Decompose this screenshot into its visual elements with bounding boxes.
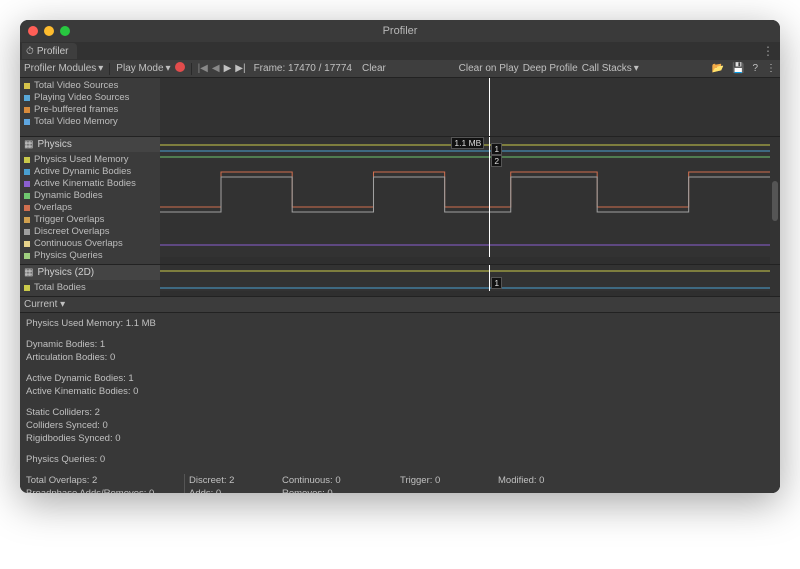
chevron-down-icon: ▾: [166, 63, 171, 74]
stopwatch-icon: ⏱: [26, 46, 34, 57]
tab-row: ⏱ Profiler ⋮: [20, 42, 780, 60]
fwd-button[interactable]: ▶: [224, 63, 232, 74]
clear-button[interactable]: Clear: [362, 63, 386, 74]
chevron-down-icon: ▾: [60, 299, 65, 310]
stat-static: Static Colliders: 2: [26, 406, 774, 419]
legend-physics2d: ▦Physics (2D) Total Bodies: [20, 265, 160, 296]
help-icon[interactable]: ?: [752, 63, 758, 74]
profiler-window: Profiler ⏱ Profiler ⋮ Profiler Modules ▾…: [20, 20, 780, 493]
time-cursor[interactable]: [489, 137, 490, 257]
record-button[interactable]: [175, 62, 185, 75]
detail-toolbar: Current ▾: [20, 297, 780, 313]
clear-on-play-button[interactable]: Clear on Play: [459, 63, 519, 74]
legend-video: Total Video Sources Playing Video Source…: [20, 78, 160, 136]
stat-coll-sync: Colliders Synced: 0: [26, 419, 774, 432]
modules-dropdown[interactable]: Profiler Modules ▾: [24, 63, 103, 74]
next-frame-button[interactable]: ▶|: [235, 63, 245, 74]
kebab-icon[interactable]: ⋮: [766, 63, 776, 74]
stat-queries: Physics Queries: 0: [26, 453, 774, 466]
stat-dynamic: Dynamic Bodies: 1: [26, 338, 774, 351]
kebab-icon[interactable]: ⋮: [756, 44, 780, 58]
stat-active-dyn: Active Dynamic Bodies: 1: [26, 372, 774, 385]
back-button[interactable]: ◀: [212, 63, 220, 74]
stat-active-kin: Active Kinematic Bodies: 0: [26, 385, 774, 398]
deep-profile-button[interactable]: Deep Profile: [523, 63, 578, 74]
time-cursor[interactable]: [489, 265, 490, 291]
call-stacks-dropdown[interactable]: Call Stacks ▾: [582, 63, 639, 74]
record-icon: [175, 62, 185, 72]
chevron-down-icon: ▾: [98, 63, 103, 74]
badge-1: 1: [491, 277, 502, 289]
legend-physics: ▦Physics Physics Used Memory Active Dyna…: [20, 137, 160, 264]
graph-video[interactable]: [160, 78, 770, 136]
stat-memory: Physics Used Memory: 1.1 MB: [26, 317, 774, 330]
badge-2: 2: [491, 155, 502, 167]
track-physics: ▦Physics Physics Used Memory Active Dyna…: [20, 137, 780, 265]
stats-table: Total Overlaps: 2Discreet: 2Continuous: …: [26, 474, 774, 493]
detail-panel: Physics Used Memory: 1.1 MB Dynamic Bodi…: [20, 313, 780, 493]
badge-1: 1: [491, 143, 502, 155]
physics-icon: ▦: [24, 267, 33, 278]
frame-label: Frame: 17470 / 17774: [254, 63, 352, 74]
tab-profiler[interactable]: ⏱ Profiler: [22, 43, 77, 59]
graph-physics[interactable]: 1.1 MB 1 2: [160, 137, 770, 257]
time-cursor[interactable]: [489, 78, 490, 136]
titlebar: Profiler: [20, 20, 780, 42]
chevron-down-icon: ▾: [634, 63, 639, 74]
tab-label: Profiler: [37, 46, 69, 57]
mem-badge: 1.1 MB: [451, 137, 484, 149]
window-title: Profiler: [20, 25, 780, 37]
toolbar: Profiler Modules ▾ Play Mode ▾ |◀ ◀ ▶ ▶|…: [20, 60, 780, 78]
playmode-dropdown[interactable]: Play Mode ▾: [116, 63, 170, 74]
load-icon[interactable]: 📂: [712, 63, 724, 74]
main-area: Total Video Sources Playing Video Source…: [20, 78, 780, 493]
track-video: Total Video Sources Playing Video Source…: [20, 78, 780, 137]
scrollbar[interactable]: [770, 137, 780, 264]
current-dropdown[interactable]: Current ▾: [24, 299, 65, 310]
stat-articulation: Articulation Bodies: 0: [26, 351, 774, 364]
save-icon[interactable]: 💾: [732, 63, 744, 74]
track-physics2d: ▦Physics (2D) Total Bodies 1: [20, 265, 780, 297]
physics-icon: ▦: [24, 139, 33, 150]
stat-rigid-sync: Rigidbodies Synced: 0: [26, 432, 774, 445]
graph-physics2d[interactable]: 1: [160, 265, 770, 291]
prev-frame-button[interactable]: |◀: [198, 63, 208, 74]
